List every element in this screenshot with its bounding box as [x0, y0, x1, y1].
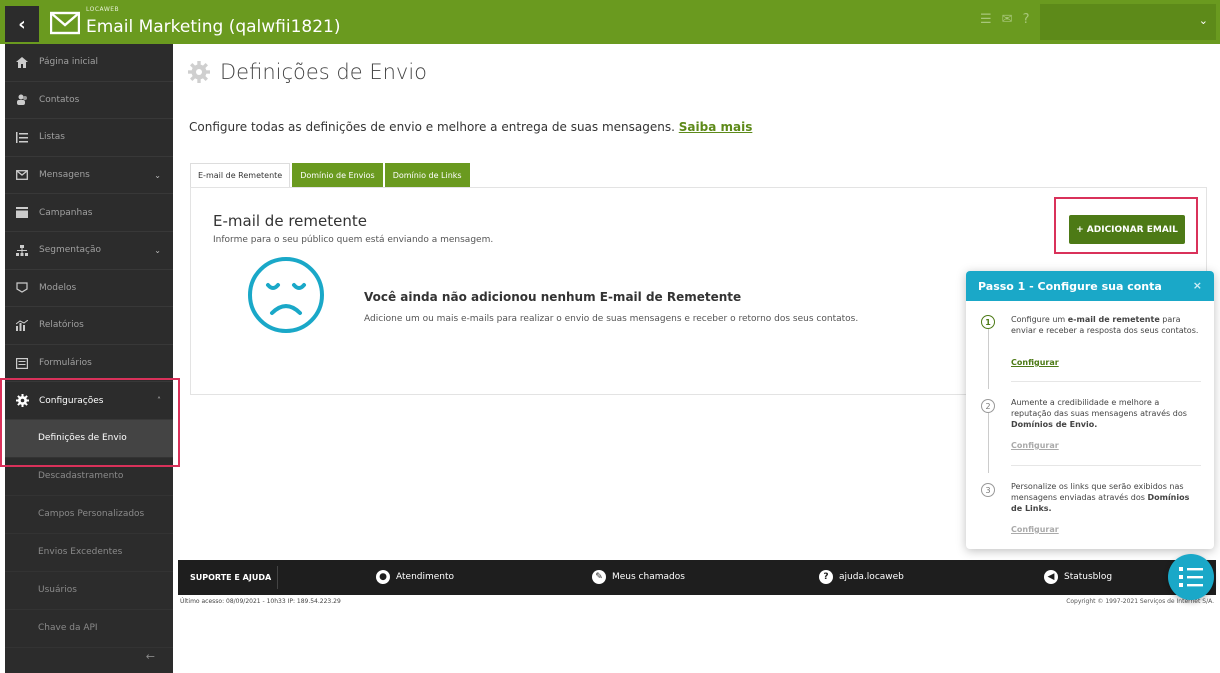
sidebar-item-listas[interactable]: Listas [5, 119, 173, 157]
hierarchy-icon [13, 243, 31, 257]
meus-chamados-link[interactable]: ✎ Meus chamados [592, 570, 685, 584]
empty-state-title: Você ainda não adicionou nenhum E-mail d… [364, 290, 742, 304]
envelope-icon [13, 168, 31, 182]
edit-icon: ✎ [592, 570, 606, 584]
tab-dominio-envios[interactable]: Domínio de Envios [292, 163, 383, 187]
app-title: Email Marketing (qalwfii1821) [86, 17, 341, 37]
chart-icon [13, 318, 31, 332]
empty-state-description: Adicione um ou mais e-mails para realiza… [364, 314, 859, 324]
guide-toggle-button[interactable] [1168, 554, 1214, 600]
checklist-icon [1179, 567, 1203, 587]
sidebar-item-modelos[interactable]: Modelos [5, 270, 173, 308]
sidebar-item-relatorios[interactable]: Relatórios [5, 307, 173, 345]
brand-small-text: LOCAWEB [86, 6, 120, 13]
sidebar-item-contatos[interactable]: Contatos [5, 82, 173, 120]
close-icon[interactable]: × [1193, 279, 1202, 292]
guide-title: Passo 1 - Configure sua conta [978, 279, 1162, 293]
megaphone-icon[interactable]: ✉ [1002, 12, 1013, 27]
atendimento-link[interactable]: ● Atendimento [376, 570, 454, 584]
ajuda-locaweb-link[interactable]: ? ajuda.locaweb [819, 570, 904, 584]
form-icon [13, 356, 31, 370]
highlight-add-email [1054, 197, 1198, 254]
step-1-configurar-link[interactable]: Configurar [1011, 358, 1059, 367]
help-icon: ? [819, 570, 833, 584]
intro-text: Configure todas as definições de envio e… [189, 120, 752, 134]
sidebar-item-pagina-inicial[interactable]: Página inicial [5, 44, 173, 82]
step-number-2: 2 [981, 399, 995, 413]
sidebar-item-formularios[interactable]: Formulários [5, 345, 173, 383]
statusblog-label: Statusblog [1064, 572, 1113, 582]
back-button[interactable]: ‹ [5, 6, 39, 42]
support-footer: SUPORTE E AJUDA ● Atendimento ✎ Meus chama… [178, 560, 1216, 595]
step-number-1: 1 [981, 315, 995, 329]
step-number-3: 3 [981, 483, 995, 497]
stack-icon [13, 206, 31, 220]
step-connector [988, 413, 989, 473]
atendimento-label: Atendimento [396, 572, 455, 582]
panel-subtitle: Informe para o seu público quem está env… [213, 235, 494, 245]
top-icons: ☰ ✉ ? [980, 12, 1029, 27]
support-title: SUPORTE E AJUDA [178, 566, 278, 589]
sidebar-item-label: Mensagens [39, 170, 90, 181]
sidebar-subitem-envios-excedentes[interactable]: Envios Excedentes [5, 533, 173, 572]
sidebar-item-label: Relatórios [39, 320, 84, 331]
sidebar-item-label: Segmentação [39, 245, 101, 256]
sidebar-item-mensagens[interactable]: Mensagens ⌄ [5, 157, 173, 195]
settings-tabs: E-mail de Remetente Domínio de Envios Do… [190, 163, 472, 187]
sidebar-item-campanhas[interactable]: Campanhas [5, 194, 173, 232]
chevron-down-icon: ⌄ [1198, 14, 1208, 27]
envelope-logo-icon [50, 11, 80, 35]
sidebar-item-label: Formulários [39, 358, 92, 369]
chevron-left-icon: ‹ [18, 13, 26, 35]
page-title: Definições de Envio [188, 60, 427, 84]
onboarding-guide: Passo 1 - Configure sua conta × 1 Config… [966, 271, 1214, 549]
brand[interactable]: LOCAWEB Email Marketing (qalwfii1821) [50, 4, 341, 40]
step-divider [1011, 381, 1201, 382]
step-connector [988, 329, 989, 389]
sidebar-item-label: Página inicial [39, 57, 99, 68]
step-text-3: Personalize os links que serão exibidos … [1011, 482, 1190, 513]
statusblog-link[interactable]: ◀ Statusblog [1044, 570, 1112, 584]
intro-text-body: Configure todas as definições de envio e… [189, 120, 675, 134]
step-text-2: Aumente a credibilidade e melhore a repu… [1011, 398, 1187, 429]
step-2-configurar-link[interactable]: Configurar [1011, 441, 1059, 450]
panel-title: E-mail de remetente [213, 212, 367, 230]
chevron-down-icon: ⌄ [154, 170, 161, 180]
contacts-icon [13, 93, 31, 107]
sidebar-item-label: Campanhas [39, 207, 93, 218]
sidebar-subitem-usuarios[interactable]: Usuários [5, 571, 173, 610]
sidebar-item-label: Contatos [39, 94, 80, 105]
collapse-sidebar-icon[interactable]: ← [146, 650, 155, 663]
sidebar-item-label: Modelos [39, 282, 77, 293]
sidebar-item-segmentacao[interactable]: Segmentação ⌄ [5, 232, 173, 270]
step-3-configurar-link[interactable]: Configurar [1011, 525, 1059, 534]
help-icon[interactable]: ? [1023, 12, 1030, 27]
step-text-1: Configure um e-mail de remetente para en… [1011, 315, 1199, 335]
gear-icon [188, 61, 210, 83]
meus-chamados-label: Meus chamados [612, 572, 685, 582]
list-icon [13, 130, 31, 144]
megaphone-icon: ◀ [1044, 570, 1058, 584]
user-menu[interactable]: ⌄ [1040, 4, 1216, 40]
guide-header: Passo 1 - Configure sua conta × [966, 271, 1214, 301]
template-icon [13, 281, 31, 295]
last-access-info: Último acesso: 08/09/2021 - 10h33 IP: 18… [180, 598, 341, 605]
sidebar-item-label: Listas [39, 132, 65, 143]
list-toggle-icon[interactable]: ☰ [980, 12, 992, 27]
sidebar-subitem-campos-personalizados[interactable]: Campos Personalizados [5, 495, 173, 534]
saiba-mais-link[interactable]: Saiba mais [679, 120, 753, 134]
chevron-down-icon: ⌄ [154, 245, 161, 255]
tab-email-remetente[interactable]: E-mail de Remetente [190, 163, 291, 187]
sidebar: Página inicial Contatos Listas Mensagens… [5, 44, 173, 673]
highlight-configuracoes [0, 378, 180, 467]
step-divider [1011, 465, 1201, 466]
tab-dominio-links[interactable]: Domínio de Links [384, 163, 470, 187]
user-icon: ● [376, 570, 390, 584]
home-icon [13, 55, 31, 69]
top-bar: ‹ LOCAWEB Email Marketing (qalwfii1821) … [0, 0, 1220, 44]
ajuda-locaweb-label: ajuda.locaweb [839, 572, 904, 582]
sidebar-subitem-chave-da-api[interactable]: Chave da API [5, 609, 173, 648]
sad-face-icon [248, 257, 324, 333]
page-title-text: Definições de Envio [220, 60, 428, 84]
